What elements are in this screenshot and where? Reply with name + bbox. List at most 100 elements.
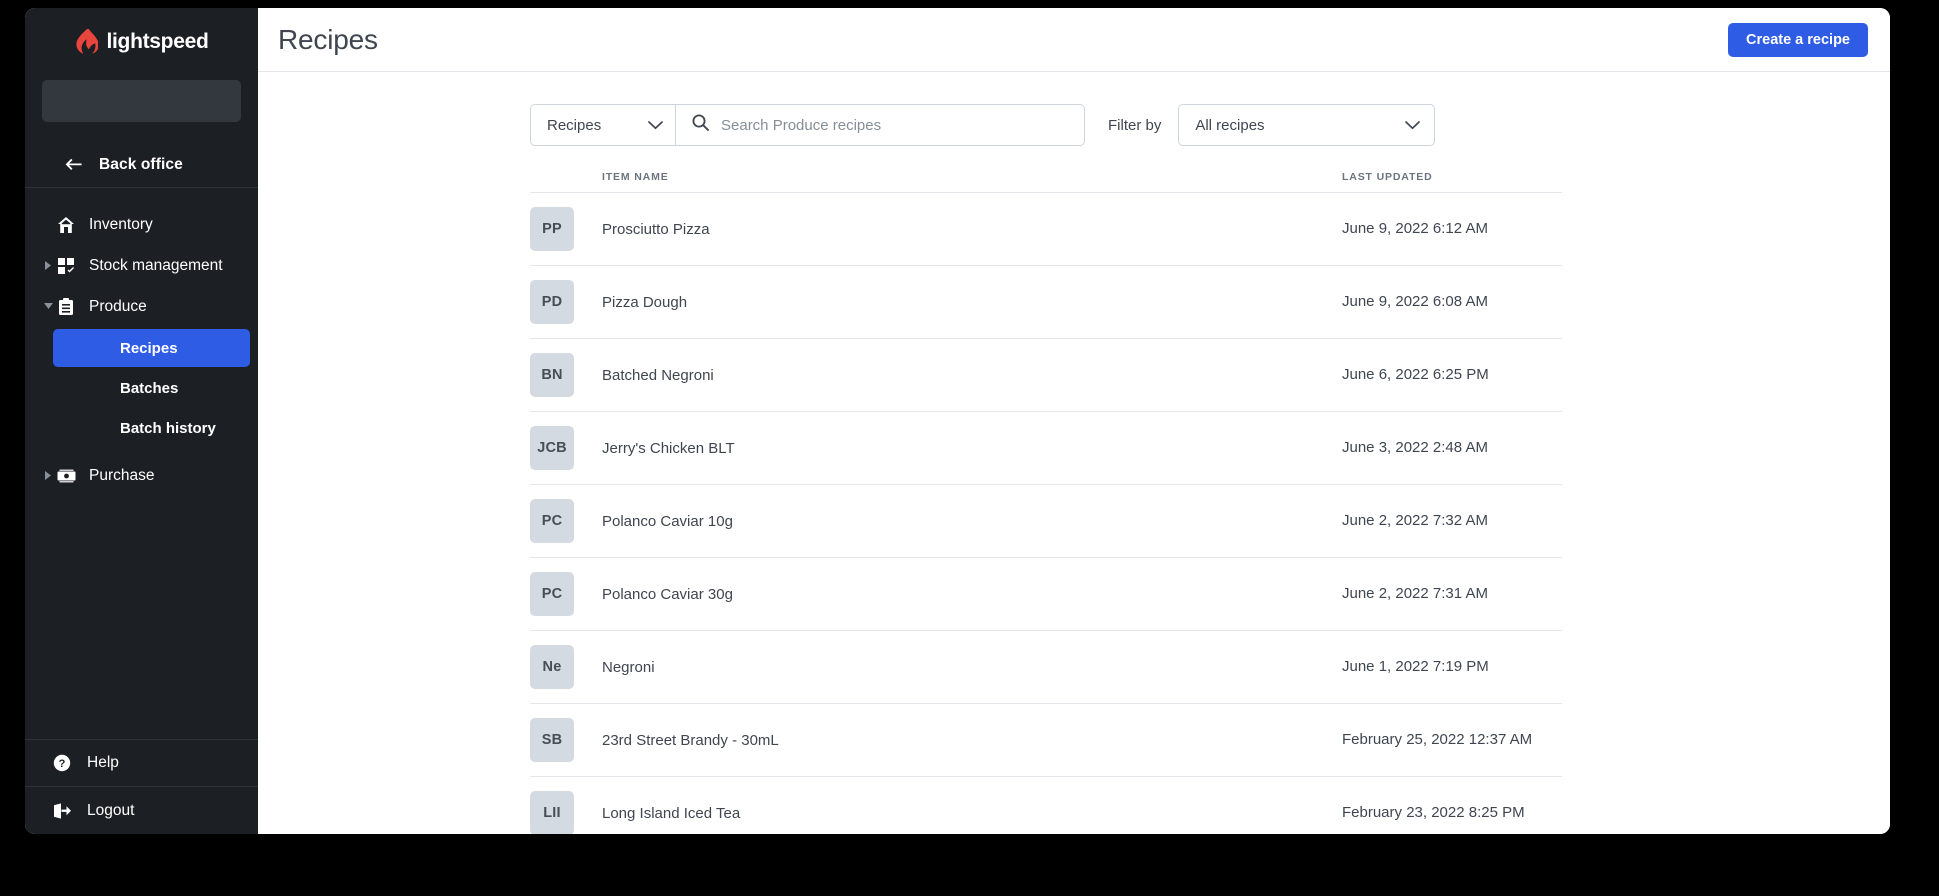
chevron-down-icon[interactable] (41, 303, 55, 310)
row-avatar-cell: PP (530, 192, 602, 266)
chevron-down-icon (648, 120, 663, 130)
row-last-updated: February 23, 2022 8:25 PM (1342, 776, 1562, 834)
avatar: PC (530, 499, 574, 543)
sidebar: lightspeed Back office Inventory Stock m… (25, 8, 258, 834)
sidebar-back-office-button[interactable]: Back office (25, 142, 258, 188)
sidebar-item-label: Help (87, 754, 119, 771)
brand-name: lightspeed (106, 30, 209, 53)
home-icon (55, 216, 77, 234)
sidebar-subitem-label: Batches (120, 379, 179, 397)
main-content: Recipes Create a recipe Recipes Search P… (258, 8, 1890, 834)
table-row[interactable]: Ne Negroni June 1, 2022 7:19 PM (530, 630, 1562, 704)
row-last-updated: June 1, 2022 7:19 PM (1342, 630, 1562, 704)
row-last-updated: June 6, 2022 6:25 PM (1342, 338, 1562, 412)
table-row[interactable]: BN Batched Negroni June 6, 2022 6:25 PM (530, 338, 1562, 412)
row-avatar-cell: LII (530, 776, 602, 834)
sidebar-item-help[interactable]: ? Help (25, 740, 258, 787)
svg-text:?: ? (59, 758, 66, 770)
app-window: lightspeed Back office Inventory Stock m… (25, 8, 1890, 834)
clipboard-icon (55, 297, 77, 316)
avatar: PP (530, 207, 574, 251)
create-a-recipe-button[interactable]: Create a recipe (1728, 22, 1868, 57)
row-item-name: 23rd Street Brandy - 30mL (602, 703, 1342, 777)
avatar: LII (530, 791, 574, 834)
row-item-name: Long Island Iced Tea (602, 776, 1342, 834)
chevron-right-icon[interactable] (41, 471, 55, 480)
sidebar-item-inventory[interactable]: Inventory (25, 204, 258, 245)
sidebar-item-label: Produce (89, 297, 147, 315)
search-field-wrapper[interactable] (675, 104, 1085, 146)
sidebar-item-label: Purchase (89, 466, 155, 484)
arrow-left-icon (65, 158, 82, 171)
table-row[interactable]: JCB Jerry's Chicken BLT June 3, 2022 2:48 … (530, 411, 1562, 485)
row-last-updated: June 9, 2022 6:12 AM (1342, 192, 1562, 266)
sidebar-item-label: Logout (87, 801, 135, 819)
row-avatar-cell: SB (530, 703, 602, 777)
page-title: Recipes (278, 23, 378, 55)
row-last-updated: June 9, 2022 6:08 AM (1342, 265, 1562, 339)
search-input[interactable] (721, 116, 1070, 134)
banknote-icon (55, 469, 77, 483)
lightspeed-flame-icon (74, 29, 99, 55)
table-row[interactable]: LII Long Island Iced Tea February 23, 2022… (530, 776, 1562, 834)
filter-select[interactable]: All recipes (1178, 104, 1436, 146)
row-item-name: Prosciutto Pizza (602, 192, 1342, 266)
filter-group: Filter by All recipes (1108, 104, 1436, 146)
sidebar-item-stock-management[interactable]: Stock management (25, 245, 258, 286)
sidebar-item-label: Stock management (89, 256, 223, 274)
avatar: SB (530, 718, 574, 762)
column-header-item-name: ITEM NAME (602, 171, 1342, 193)
sidebar-item-batches[interactable]: Batches (53, 369, 250, 407)
avatar: Ne (530, 645, 574, 689)
brand-logo-area[interactable]: lightspeed (25, 8, 258, 72)
row-avatar-cell: PC (530, 484, 602, 558)
table-row[interactable]: PD Pizza Dough June 9, 2022 6:08 AM (530, 265, 1562, 339)
avatar: PC (530, 572, 574, 616)
column-header-last-updated: LAST UPDATED (1342, 171, 1562, 193)
sidebar-back-office-label: Back office (99, 155, 183, 173)
row-last-updated: June 2, 2022 7:32 AM (1342, 484, 1562, 558)
avatar: BN (530, 353, 574, 397)
avatar: JCB (530, 426, 574, 470)
sidebar-item-purchase[interactable]: Purchase (25, 455, 258, 496)
sidebar-item-recipes[interactable]: Recipes (53, 329, 250, 367)
chevron-down-icon (1405, 120, 1421, 130)
filter-by-label: Filter by (1108, 116, 1162, 134)
row-last-updated: February 25, 2022 12:37 AM (1342, 703, 1562, 777)
row-last-updated: June 3, 2022 2:48 AM (1342, 411, 1562, 485)
sidebar-subitem-label: Batch history (120, 419, 216, 437)
sidebar-subitem-label: Recipes (120, 339, 178, 357)
page-header: Recipes Create a recipe (258, 8, 1890, 72)
table-body: PP Prosciutto Pizza June 9, 2022 6:12 AM PD… (530, 192, 1562, 834)
row-item-name: Polanco Caviar 10g (602, 484, 1342, 558)
row-avatar-cell: JCB (530, 411, 602, 485)
toolbar: Recipes Filter by (530, 72, 1890, 146)
row-item-name: Pizza Dough (602, 265, 1342, 339)
row-item-name: Polanco Caviar 30g (602, 557, 1342, 631)
table-row[interactable]: SB 23rd Street Brandy - 30mL February 25, … (530, 703, 1562, 777)
row-avatar-cell: BN (530, 338, 602, 412)
row-avatar-cell: PD (530, 265, 602, 339)
avatar: PD (530, 280, 574, 324)
scope-select[interactable]: Recipes (530, 104, 675, 146)
search-icon (692, 114, 709, 136)
row-avatar-cell: Ne (530, 630, 602, 704)
sidebar-item-produce[interactable]: Produce (25, 286, 258, 327)
row-item-name: Batched Negroni (602, 338, 1342, 412)
filter-select-value: All recipes (1195, 116, 1265, 134)
table-row[interactable]: PC Polanco Caviar 10g June 2, 2022 7:32 AM (530, 484, 1562, 558)
sidebar-item-batch-history[interactable]: Batch history (53, 409, 250, 447)
table-head: ITEM NAME LAST UPDATED (530, 171, 1562, 193)
help-circle-icon: ? (51, 754, 73, 772)
table-header-row: ITEM NAME LAST UPDATED (530, 171, 1562, 193)
row-item-name: Negroni (602, 630, 1342, 704)
sidebar-item-logout[interactable]: Logout (25, 787, 258, 834)
row-item-name: Jerry's Chicken BLT (602, 411, 1342, 485)
table-row[interactable]: PC Polanco Caviar 30g June 2, 2022 7:31 AM (530, 557, 1562, 631)
chevron-right-icon[interactable] (41, 261, 55, 270)
sidebar-search-input[interactable] (42, 80, 241, 122)
table-row[interactable]: PP Prosciutto Pizza June 9, 2022 6:12 AM (530, 192, 1562, 266)
sidebar-nav: Inventory Stock management Produce Recip… (25, 188, 258, 496)
sidebar-item-label: Inventory (89, 215, 153, 233)
